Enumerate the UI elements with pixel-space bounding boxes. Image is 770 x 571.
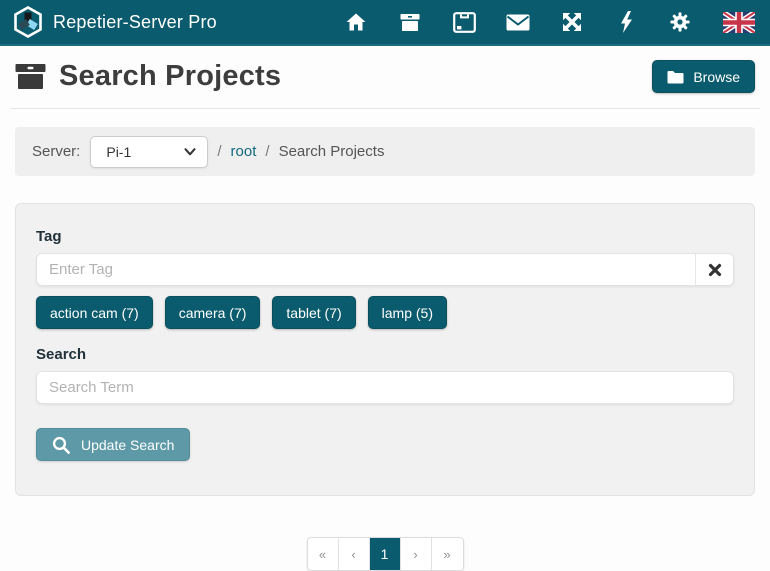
- breadcrumb-link-root[interactable]: root: [231, 143, 257, 160]
- home-icon: [346, 13, 366, 31]
- page-header-section: Search Projects Browse: [10, 46, 760, 109]
- brand[interactable]: Repetier-Server Pro: [13, 6, 217, 38]
- search-icon: [52, 436, 70, 454]
- home-nav-button[interactable]: [329, 0, 383, 44]
- printer-nav-button[interactable]: [437, 0, 491, 44]
- tag-label: Tag: [36, 228, 734, 245]
- tag-suggestions: action cam (7) camera (7) tablet (7) lam…: [36, 296, 734, 329]
- printer-icon: [453, 12, 476, 33]
- update-search-button[interactable]: Update Search: [36, 428, 190, 461]
- update-search-label: Update Search: [81, 437, 174, 453]
- mail-icon: [506, 14, 530, 31]
- top-navbar: Repetier-Server Pro: [0, 0, 770, 46]
- tag-button-action-cam[interactable]: action cam (7): [36, 296, 153, 329]
- pagination-page-1[interactable]: 1: [370, 538, 401, 570]
- pagination-first[interactable]: «: [308, 538, 339, 570]
- tag-input[interactable]: [37, 254, 695, 285]
- search-card: Tag action cam (7) camera (7) tablet (7)…: [15, 203, 755, 496]
- breadcrumb: Server: Pi-1 / root / Search Projects: [15, 127, 755, 176]
- language-nav-button[interactable]: [707, 0, 755, 44]
- bolt-icon: [620, 11, 633, 33]
- clear-tag-button[interactable]: [695, 254, 733, 285]
- tag-button-camera[interactable]: camera (7): [165, 296, 261, 329]
- pagination: « ‹ 1 › »: [307, 537, 464, 571]
- search-input[interactable]: [36, 371, 734, 404]
- gear-icon: [670, 12, 690, 32]
- folder-icon: [667, 70, 684, 84]
- brand-title: Repetier-Server Pro: [53, 12, 217, 33]
- page-title: Search Projects: [59, 60, 281, 93]
- uk-flag-icon: [723, 12, 755, 33]
- search-section: Search: [36, 346, 734, 404]
- mail-nav-button[interactable]: [491, 0, 545, 44]
- logo-hexagon-icon: [13, 6, 43, 38]
- pagination-container: « ‹ 1 › »: [0, 537, 770, 571]
- archive-box-icon: [400, 13, 420, 32]
- pagination-prev[interactable]: ‹: [339, 538, 370, 570]
- chevron-down-icon: [184, 148, 196, 156]
- breadcrumb-separator: /: [265, 143, 269, 160]
- navbar-icons: [329, 0, 755, 44]
- archive-box-title-icon: [15, 63, 46, 90]
- breadcrumb-current: Search Projects: [279, 143, 385, 160]
- pagination-last[interactable]: »: [432, 538, 463, 570]
- close-icon: [708, 263, 722, 277]
- tag-button-lamp[interactable]: lamp (5): [368, 296, 447, 329]
- breadcrumb-separator: /: [217, 143, 221, 160]
- tag-button-tablet[interactable]: tablet (7): [272, 296, 355, 329]
- tag-input-group: [36, 253, 734, 286]
- expand-nav-button[interactable]: [545, 0, 599, 44]
- server-select[interactable]: Pi-1: [90, 136, 208, 168]
- expand-arrows-icon: [561, 11, 583, 33]
- server-select-value: Pi-1: [106, 144, 131, 160]
- pagination-next[interactable]: ›: [401, 538, 432, 570]
- power-nav-button[interactable]: [599, 0, 653, 44]
- browse-button[interactable]: Browse: [652, 60, 755, 93]
- settings-nav-button[interactable]: [653, 0, 707, 44]
- projects-nav-button[interactable]: [383, 0, 437, 44]
- browse-button-label: Browse: [693, 69, 740, 85]
- server-label: Server:: [32, 143, 80, 160]
- search-label: Search: [36, 346, 734, 363]
